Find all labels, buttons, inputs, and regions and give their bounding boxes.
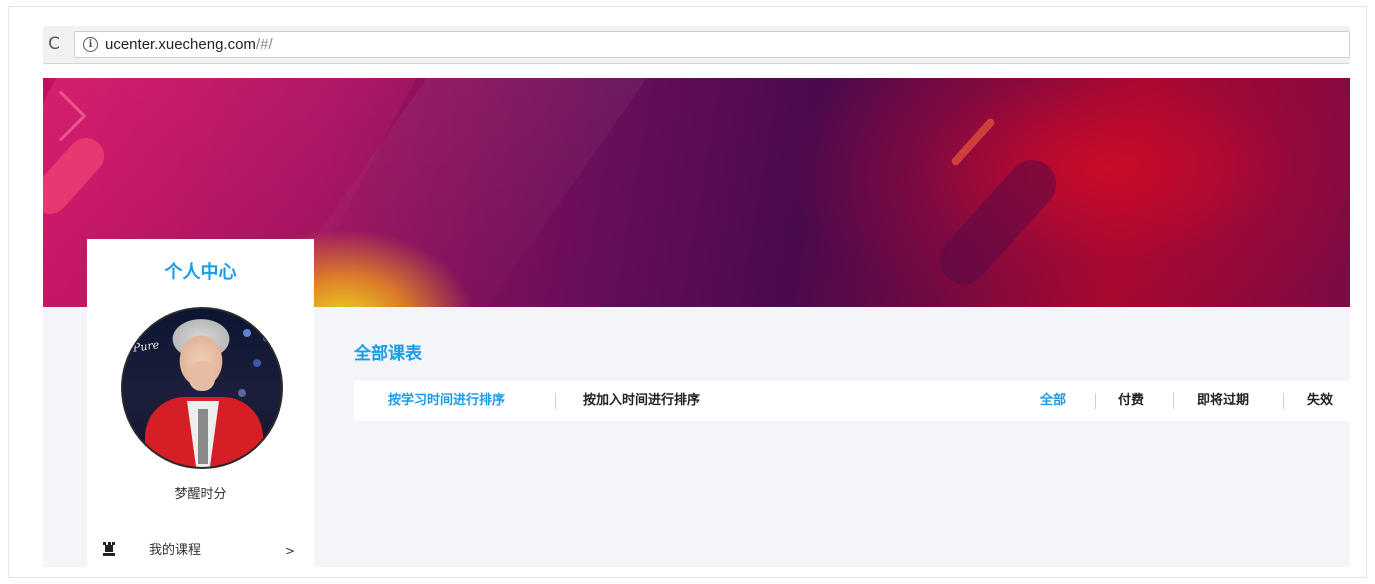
filter-paid-tab[interactable]: 付费 [1118,381,1144,421]
info-icon[interactable]: i [83,37,98,52]
reload-icon[interactable]: C [43,33,65,55]
url-text[interactable]: ucenter.xuecheng.com/#/ [105,32,273,57]
filter-invalid-tab[interactable]: 失效 [1307,381,1333,421]
filter-bar: 按学习时间进行排序 按加入时间进行排序 全部 付费 即将过期 失效 [354,381,1350,421]
section-title: 全部课表 [354,344,422,364]
filter-expiring-tab[interactable]: 即将过期 [1197,381,1249,421]
filter-all-tab[interactable]: 全部 [1040,381,1066,421]
browser-toolbar: C i ucenter.xuecheng.com/#/ [43,26,1350,64]
url-path: /#/ [255,36,273,53]
avatar[interactable]: Pure [121,307,283,469]
banner-shape [929,150,1067,294]
chevron-right-icon: > [285,544,296,558]
sort-by-study-time-tab[interactable]: 按学习时间进行排序 [388,381,505,421]
avatar-figure [189,361,215,391]
divider [555,393,556,409]
divider [1283,393,1284,409]
divider [1095,393,1096,409]
avatar-figure [198,409,208,464]
username: 梦醒时分 [174,487,227,502]
sort-by-join-time-tab[interactable]: 按加入时间进行排序 [583,381,700,421]
sidebar-item-my-courses[interactable]: 我的课程 > [87,539,314,563]
sidebar-item-label: 我的课程 [149,543,202,558]
url-host: ucenter.xuecheng.com [105,36,256,53]
divider [1173,393,1174,409]
stage-lights [243,329,251,337]
rook-icon [103,542,115,556]
profile-sidebar: 个人中心 Pure 梦醒时分 我的课程 > [87,239,314,567]
banner-shape [949,117,997,167]
avatar-caption: Pure [132,338,160,355]
address-bar[interactable]: i ucenter.xuecheng.com/#/ [74,31,1350,58]
sidebar-title: 个人中心 [164,262,237,283]
